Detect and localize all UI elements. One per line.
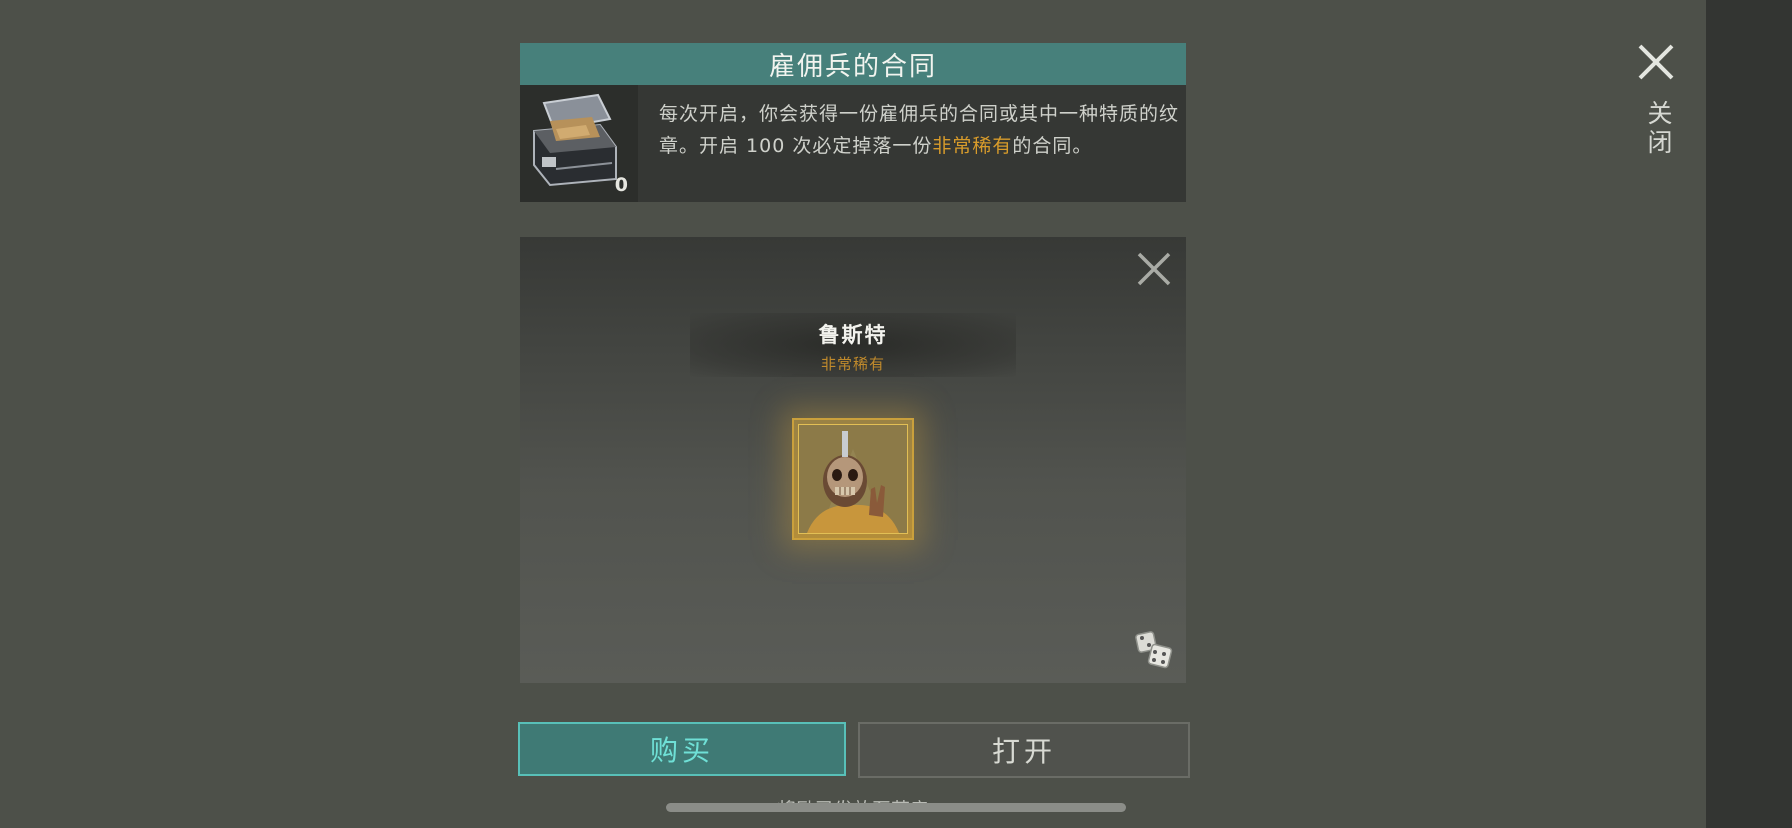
description-text-end: 的合同。 [1012,135,1093,157]
mercenary-name-band: 鲁斯特 非常稀有 [690,313,1016,377]
description-text: 每次开启，你会获得一份雇佣兵的合同或其中一种特质的纹章。开启 100 次必定掉落… [659,103,1180,157]
portrait-frame [798,424,908,534]
reward-panel: 鲁斯特 非常稀有 [520,237,1186,683]
description-rarity: 非常稀有 [932,135,1013,157]
panel-title: 雇佣兵的合同 [520,43,1186,85]
close-icon[interactable] [1632,38,1680,86]
open-button[interactable]: 打开 [858,722,1190,778]
mercenary-rarity: 非常稀有 [820,355,885,373]
close-label[interactable]: 关闭 [1636,100,1676,158]
chest-count: 0 [614,174,628,196]
contract-info-panel: 雇佣兵的合同 0 每次开启，你会获得一份雇佣兵的合同或其中一种特质的纹章。开启 … [520,43,1186,202]
reward-close-icon[interactable] [1134,249,1174,289]
mercenary-name: 鲁斯特 [818,323,888,347]
skull-mask-icon [799,425,907,533]
buy-button[interactable]: 购买 [518,722,846,776]
dice-icon[interactable] [1134,630,1174,670]
mercenary-portrait[interactable] [792,418,914,540]
home-indicator[interactable] [666,803,1126,812]
contract-description: 每次开启，你会获得一份雇佣兵的合同或其中一种特质的纹章。开启 100 次必定掉落… [659,98,1179,162]
chest-item[interactable]: 0 [520,85,638,202]
right-side-strip [1706,0,1792,828]
